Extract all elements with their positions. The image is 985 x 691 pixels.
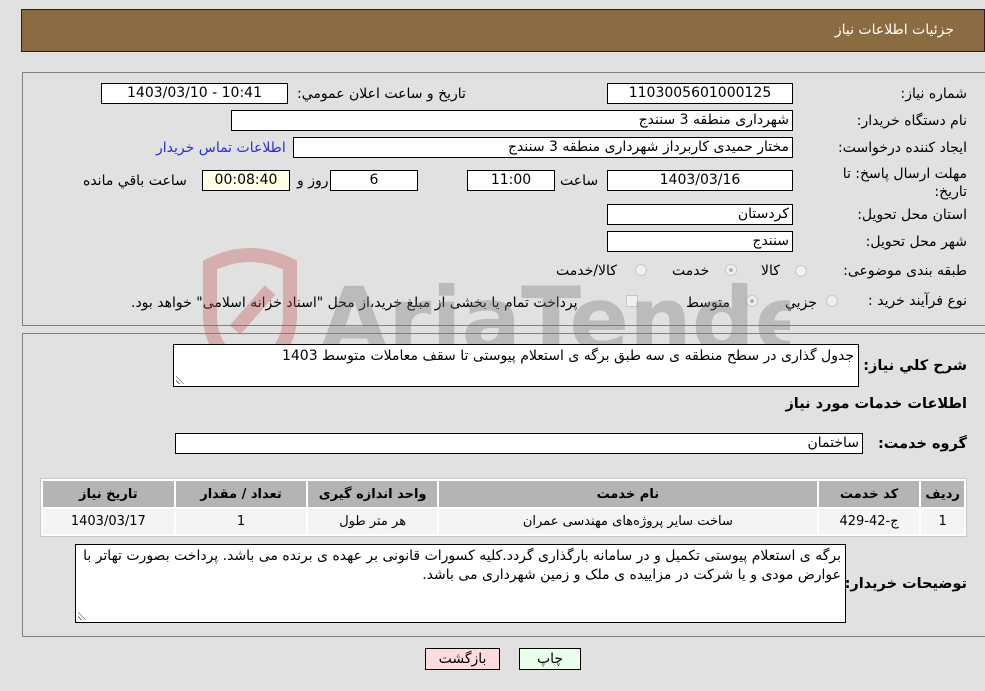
deadline-label: مهلت ارسال پاسخ: تا تاریخ:	[842, 166, 967, 200]
days-label: روز و	[297, 173, 329, 189]
resize-grip-icon[interactable]	[78, 611, 87, 620]
process-radio-minor[interactable]	[826, 295, 838, 307]
process-option-minor: جزيي	[785, 295, 817, 311]
process-radio-medium[interactable]	[746, 295, 758, 307]
requester-field: مختار حمیدی کاربرداز شهرداری منطقه 3 سنن…	[293, 137, 793, 158]
table-header-row: ردیف کد خدمت نام خدمت واحد اندازه گیری ت…	[43, 481, 964, 507]
category-radio-goods[interactable]	[795, 265, 807, 277]
category-radio-service[interactable]	[725, 264, 737, 276]
col-unit: واحد اندازه گیری	[308, 481, 437, 507]
deadline-date-field: 1403/03/16	[607, 170, 793, 191]
print-button[interactable]: چاپ	[519, 648, 581, 670]
cell-need-date: 1403/03/17	[43, 509, 174, 534]
deadline-days-field: 6	[330, 170, 418, 191]
category-radio-goods-service[interactable]	[635, 264, 647, 276]
buyer-notes-textarea[interactable]: برگه ی استعلام پیوستی تکمیل و در سامانه …	[75, 544, 846, 623]
need-number-label: شماره نیاز:	[900, 86, 968, 102]
deadline-time-label: ساعت	[560, 173, 599, 189]
category-option-service: خدمت	[672, 263, 710, 279]
services-heading: اطلاعات خدمات مورد نياز	[785, 396, 967, 412]
category-option-goods-service: کالا/خدمت	[556, 263, 617, 279]
province-label: استان محل تحویل:	[857, 207, 967, 223]
buyer-org-field: شهرداری منطقه 3 سنندج	[231, 110, 793, 131]
col-service-name: نام خدمت	[438, 481, 817, 507]
treasury-checkbox[interactable]	[626, 295, 638, 307]
resize-grip-icon[interactable]	[176, 375, 185, 384]
col-service-code: کد خدمت	[818, 481, 920, 507]
cell-quantity: 1	[175, 509, 307, 534]
remaining-label: ساعت باقي مانده	[83, 173, 187, 189]
service-group-label: گروه خدمت:	[877, 436, 967, 452]
table-row: 1 ج-42-429 ساخت سایر پروژه‌های مهندسی عم…	[43, 509, 964, 534]
buyer-notes-text: برگه ی استعلام پیوستی تکمیل و در سامانه …	[83, 548, 841, 583]
process-option-medium: متوسط	[686, 295, 730, 311]
description-textarea[interactable]: جدول گذاری در سطح منطقه ی سه طبق برگه ی …	[173, 344, 859, 387]
city-label: شهر محل تحویل:	[865, 234, 967, 250]
process-type-label: نوع فرآیند خرید :	[868, 293, 967, 309]
requester-label: ایجاد کننده درخواست:	[838, 140, 967, 156]
deadline-time-field: 11:00	[467, 170, 555, 191]
cell-unit: هر متر طول	[308, 509, 437, 534]
service-group-field: ساختمان	[175, 433, 863, 454]
description-text: جدول گذاری در سطح منطقه ی سه طبق برگه ی …	[281, 348, 854, 364]
col-need-date: تاریخ نیاز	[43, 481, 174, 507]
treasury-checkbox-label: پرداخت تمام یا بخشی از مبلغ خرید،از محل …	[131, 295, 578, 311]
announce-datetime-field: 1403/03/10 - 10:41	[101, 83, 288, 104]
buyer-notes-label: توضیحات خریدار:	[844, 576, 967, 592]
back-button[interactable]: بازگشت	[425, 648, 500, 670]
cell-row-number: 1	[921, 509, 964, 534]
col-row-number: ردیف	[921, 481, 964, 507]
buyer-org-label: نام دستگاه خریدار:	[856, 113, 967, 129]
province-field: کردستان	[607, 204, 793, 225]
cell-service-code: ج-42-429	[818, 509, 920, 534]
announce-datetime-label: تاريخ و ساعت اعلان عمومي:	[297, 86, 466, 102]
category-label: طبقه بندی موضوعی:	[843, 263, 967, 279]
page-title: جزئیات اطلاعات نیاز	[834, 22, 954, 38]
category-option-goods: کالا	[761, 263, 780, 279]
city-field: سنندج	[607, 231, 793, 252]
description-label: شرح کلي نياز:	[863, 358, 967, 374]
page-header: جزئیات اطلاعات نیاز	[21, 9, 985, 52]
col-quantity: تعداد / مقدار	[175, 481, 307, 507]
cell-service-name: ساخت سایر پروژه‌های مهندسی عمران	[438, 509, 817, 534]
services-table: ردیف کد خدمت نام خدمت واحد اندازه گیری ت…	[40, 478, 967, 537]
remaining-time-field: 00:08:40	[202, 170, 290, 191]
need-number-field: 1103005601000125	[607, 83, 793, 104]
buyer-contact-link[interactable]: اطلاعات تماس خریدار	[156, 140, 286, 156]
